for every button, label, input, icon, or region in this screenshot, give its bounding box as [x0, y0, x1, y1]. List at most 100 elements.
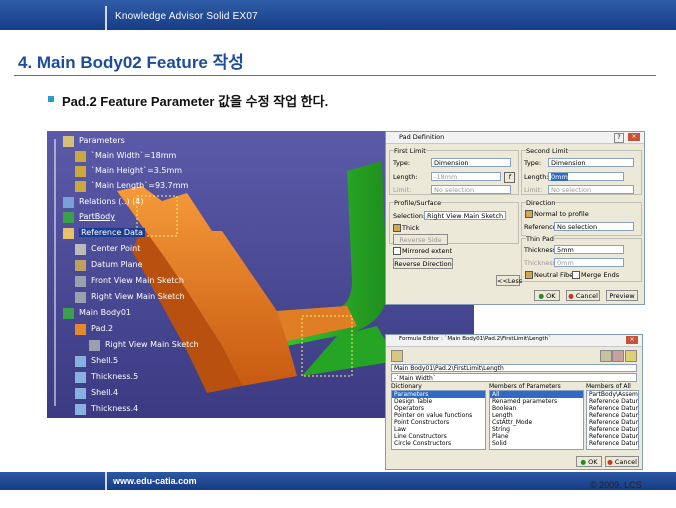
limit2-field[interactable]: No selection — [548, 185, 634, 194]
length-field[interactable]: -18mm — [431, 172, 501, 181]
tree-thickness4[interactable]: Thickness.4 — [75, 404, 138, 415]
merge-ends-label: Merge Ends — [581, 271, 620, 279]
tree-parameters[interactable]: Parameters — [63, 136, 125, 147]
list-item[interactable]: Reference Datum — [587, 419, 638, 426]
tree-shell4[interactable]: Shell.4 — [75, 388, 118, 399]
neutral-fiber-checkbox[interactable] — [525, 271, 533, 279]
tree-right-view-sketch[interactable]: Right View Main Sketch — [75, 292, 185, 303]
list-item[interactable]: Line Constructors — [392, 433, 485, 440]
formula-ok-button[interactable]: ● OK — [576, 456, 602, 467]
formula-dialog-titlebar: Formula Editor : `Main Body01\Pad.2\Firs… — [386, 335, 642, 347]
limit-field[interactable]: No selection — [431, 185, 511, 194]
thickness-icon — [75, 404, 86, 415]
list-item[interactable]: Law — [392, 426, 485, 433]
selection-field[interactable]: Right View Main Sketch — [424, 211, 506, 220]
dictionary-list[interactable]: Parameters Design Table Operators Pointe… — [391, 390, 486, 450]
tree-partbody[interactable]: PartBody — [63, 212, 115, 223]
thin-pad-label: Thin Pad — [526, 235, 554, 243]
list-item[interactable]: All — [490, 391, 583, 398]
erase-icon[interactable] — [612, 350, 624, 362]
tree-relations[interactable]: Relations (..) (4) — [63, 197, 143, 208]
list-item[interactable]: Parameters — [392, 391, 485, 398]
type2-label: Type: — [524, 159, 542, 167]
list-item[interactable]: Reference Datum — [587, 440, 638, 447]
list-item[interactable]: Pointer on value functions — [392, 412, 485, 419]
thickness2-field[interactable]: 0mm — [554, 258, 624, 267]
formula-input[interactable]: -`Main Width` — [391, 373, 637, 382]
list-item[interactable]: CstAttr_Mode — [490, 419, 583, 426]
list-item[interactable]: Boolean — [490, 405, 583, 412]
tree-param-main-width[interactable]: `Main Width`=18mm — [75, 151, 176, 162]
ok-icon: ● — [580, 458, 587, 466]
tree-reference-data[interactable]: Reference Data — [63, 228, 145, 239]
normal-to-profile-checkbox[interactable] — [525, 210, 533, 218]
tree-thickness5[interactable]: Thickness.5 — [75, 372, 138, 383]
edit-icon[interactable] — [625, 350, 637, 362]
list-item[interactable]: String — [490, 426, 583, 433]
tree-shell5[interactable]: Shell.5 — [75, 356, 118, 367]
list-item[interactable]: Design Table — [392, 398, 485, 405]
neutral-fiber-label: Neutral Fiber — [534, 271, 576, 279]
ok-icon: ● — [538, 292, 545, 300]
thickness1-field[interactable]: 5mm — [554, 245, 624, 254]
help-icon[interactable]: ? — [614, 133, 624, 143]
header-separator — [105, 6, 107, 30]
close-icon[interactable]: × — [628, 133, 640, 141]
tree-main-body01[interactable]: Main Body01 — [63, 308, 131, 319]
list-item[interactable]: Reference Datum — [587, 433, 638, 440]
type-select[interactable]: Dimension — [431, 158, 511, 167]
list-item[interactable]: Solid — [490, 440, 583, 447]
body-icon — [63, 308, 74, 319]
list-item[interactable]: Reference Datum — [587, 398, 638, 405]
sketch-icon — [89, 340, 100, 351]
tree-param-main-height[interactable]: `Main Height`=3.5mm — [75, 166, 182, 177]
tree-pad2-sketch[interactable]: Right View Main Sketch — [89, 340, 199, 351]
members-all-list[interactable]: PartBody\Assem.. Reference Datum Referen… — [586, 390, 639, 450]
merge-ends-checkbox[interactable] — [572, 271, 580, 279]
formula-editor-dialog: Formula Editor : `Main Body01\Pad.2\Firs… — [385, 334, 643, 470]
list-item[interactable]: Reference Datum — [587, 412, 638, 419]
list-item[interactable]: Length — [490, 412, 583, 419]
list-item[interactable]: PartBody\Assem.. — [587, 391, 638, 398]
less-button[interactable]: <<Less — [496, 275, 522, 286]
close-icon[interactable]: × — [626, 336, 638, 344]
tree-front-view-sketch[interactable]: Front View Main Sketch — [75, 276, 184, 287]
reverse-direction-button[interactable]: Reverse Direction — [393, 258, 453, 269]
reverse-side-button[interactable]: Reverse Side — [393, 234, 448, 245]
length-param-icon — [75, 181, 86, 192]
formula-icon[interactable]: f — [504, 172, 515, 183]
second-limit-label: Second Limit — [526, 147, 569, 155]
tree-pad2[interactable]: Pad.2 — [75, 324, 113, 335]
thick-checkbox[interactable] — [393, 224, 401, 232]
list-item[interactable]: Point Constructors — [392, 419, 485, 426]
parameter-path-field[interactable]: Main Body01\Pad.2\FirstLimit\Length — [391, 364, 637, 372]
plane-icon — [75, 260, 86, 271]
list-item[interactable]: Operators — [392, 405, 485, 412]
mirrored-extent-checkbox[interactable] — [393, 247, 401, 255]
function-search-icon[interactable] — [600, 350, 612, 362]
pad-dialog-title: Pad Definition — [399, 133, 445, 141]
selection-label: Selection: — [393, 212, 426, 220]
list-item[interactable]: Reference Datum — [587, 426, 638, 433]
ok-button[interactable]: ● OK — [534, 290, 560, 301]
list-item[interactable]: Circle Constructors — [392, 440, 485, 447]
length2-field[interactable]: 0mm — [548, 172, 624, 181]
list-item[interactable]: Renamed parameters — [490, 398, 583, 405]
formula-cancel-button[interactable]: ● Cancel — [605, 456, 639, 467]
dictionary-label: Dictionary — [391, 383, 422, 390]
formula-tool-icon[interactable] — [391, 350, 403, 362]
footer-url: www.edu-catia.com — [113, 476, 197, 486]
preview-button[interactable]: Preview — [606, 290, 638, 301]
tree-datum-plane[interactable]: Datum Plane — [75, 260, 143, 271]
tree-param-main-length[interactable]: `Main Length`=93.7mm — [75, 181, 188, 192]
list-item[interactable]: Plane — [490, 433, 583, 440]
length2-label: Length: — [524, 173, 549, 181]
tree-center-point[interactable]: Center Point — [75, 244, 140, 255]
type2-select[interactable]: Dimension — [548, 158, 634, 167]
cancel-button[interactable]: ● Cancel — [566, 290, 600, 301]
reference-field[interactable]: No selection — [554, 222, 634, 231]
members-params-list[interactable]: All Renamed parameters Boolean Length Cs… — [489, 390, 584, 450]
length-param-icon — [75, 166, 86, 177]
profile-surface-label: Profile/Surface — [394, 199, 442, 207]
list-item[interactable]: Reference Datum — [587, 405, 638, 412]
